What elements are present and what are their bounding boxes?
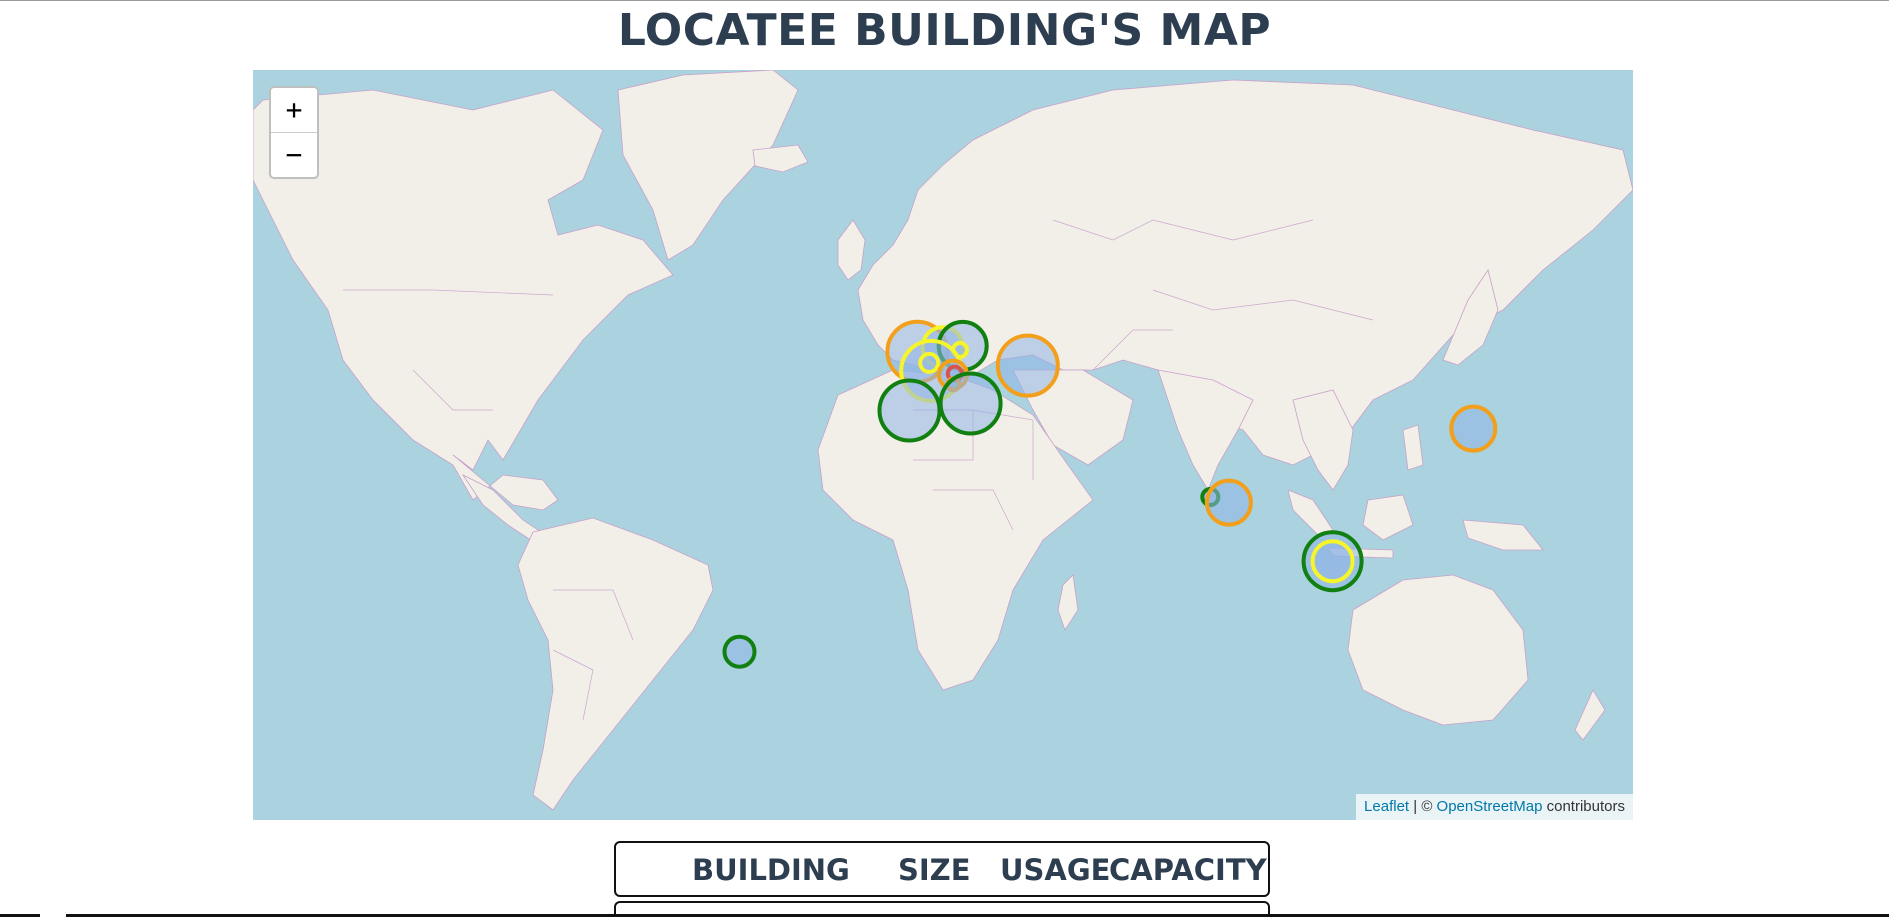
page: LOCATEE BUILDING'S MAP + − Leaflet | © O… <box>0 0 1889 917</box>
column-header-size[interactable]: SIZE <box>898 853 971 887</box>
marker-paris[interactable] <box>918 351 941 374</box>
world-map[interactable]: + − Leaflet | © OpenStreetMap contributo… <box>253 70 1633 820</box>
marker-italy[interactable] <box>938 371 1003 436</box>
column-header-building[interactable]: BUILDING <box>692 853 850 887</box>
attribution-separator: | © <box>1409 798 1437 815</box>
map-tiles[interactable] <box>253 70 1633 820</box>
marker-japan[interactable] <box>1449 404 1498 453</box>
buildings-table-header: BUILDING SIZE USAGE CAPACITY <box>614 841 1270 897</box>
marker-singapore-inner[interactable] <box>1310 539 1355 584</box>
top-divider <box>0 0 1889 1</box>
map-attribution: Leaflet | © OpenStreetMap contributors <box>1356 794 1633 820</box>
marker-india[interactable] <box>1204 478 1253 527</box>
openstreetmap-link[interactable]: OpenStreetMap <box>1437 798 1543 815</box>
zoom-control: + − <box>269 86 319 179</box>
leaflet-link[interactable]: Leaflet <box>1364 798 1409 815</box>
column-header-capacity[interactable]: CAPACITY <box>1109 853 1267 887</box>
zoom-out-button[interactable]: − <box>271 132 317 177</box>
marker-sao-paulo[interactable] <box>722 634 757 669</box>
marker-ukraine[interactable] <box>995 333 1060 398</box>
zoom-in-button[interactable]: + <box>271 88 317 132</box>
attribution-suffix: contributors <box>1542 798 1625 815</box>
column-header-usage[interactable]: USAGE <box>1000 853 1111 887</box>
marker-spain[interactable] <box>877 378 942 443</box>
page-title: LOCATEE BUILDING'S MAP <box>617 5 1272 56</box>
